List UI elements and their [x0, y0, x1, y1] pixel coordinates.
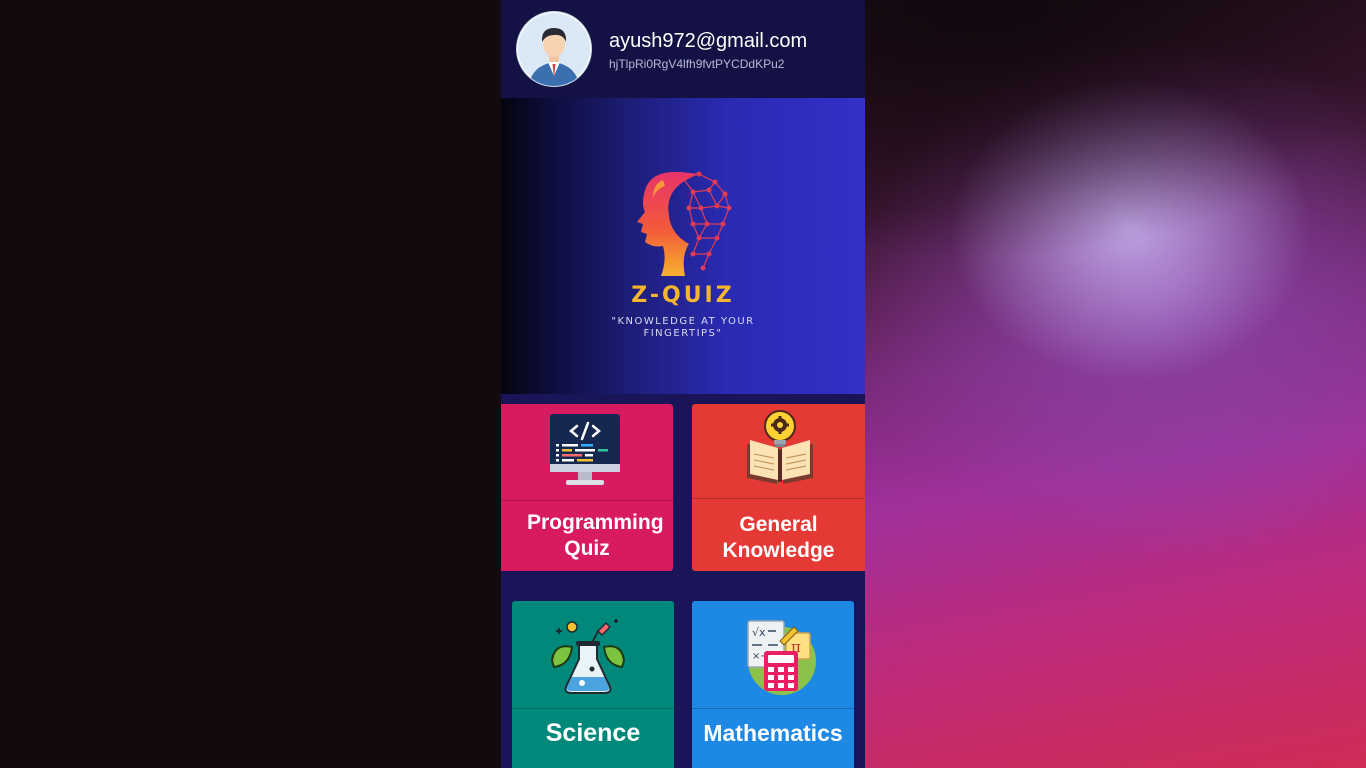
flask-leaf-icon [550, 619, 626, 694]
calculator-math-icon: √x ×÷ π [747, 620, 816, 695]
category-card-mathematics[interactable]: √x ×÷ π Mathematics [692, 601, 854, 768]
app-tagline: "KNOWLEDGE AT YOUR FINGERTIPS" [611, 316, 755, 339]
app-banner: Z-QUIZ "KNOWLEDGE AT YOUR FINGERTIPS" [501, 98, 865, 394]
category-card-science[interactable]: Science [512, 601, 674, 768]
desktop-wallpaper [865, 0, 1366, 768]
user-avatar[interactable] [517, 12, 591, 86]
svg-text:√x: √x [752, 626, 766, 639]
computer-code-icon [550, 414, 620, 485]
lightbulb-book-icon [747, 410, 813, 484]
app-screen: ayush972@gmail.com hjTlpRi0RgV4lfh9fvtPY… [501, 0, 865, 768]
category-card-general-knowledge[interactable]: General Knowledge [692, 404, 865, 571]
user-id: hjTlpRi0RgV4lfh9fvtPYCDdKPu2 [609, 57, 785, 71]
user-email: ayush972@gmail.com [609, 30, 808, 52]
category-label: Mathematics [703, 720, 843, 746]
app-brand-name: Z-QUIZ [631, 283, 735, 308]
category-card-programming[interactable]: Programming Quiz [501, 404, 673, 571]
profile-header: ayush972@gmail.com hjTlpRi0RgV4lfh9fvtPY… [501, 0, 865, 98]
category-label: Science [545, 719, 641, 747]
category-label: Programming Quiz [527, 511, 664, 560]
category-label: General Knowledge [722, 513, 835, 562]
z-quiz-logo-icon [637, 171, 732, 276]
